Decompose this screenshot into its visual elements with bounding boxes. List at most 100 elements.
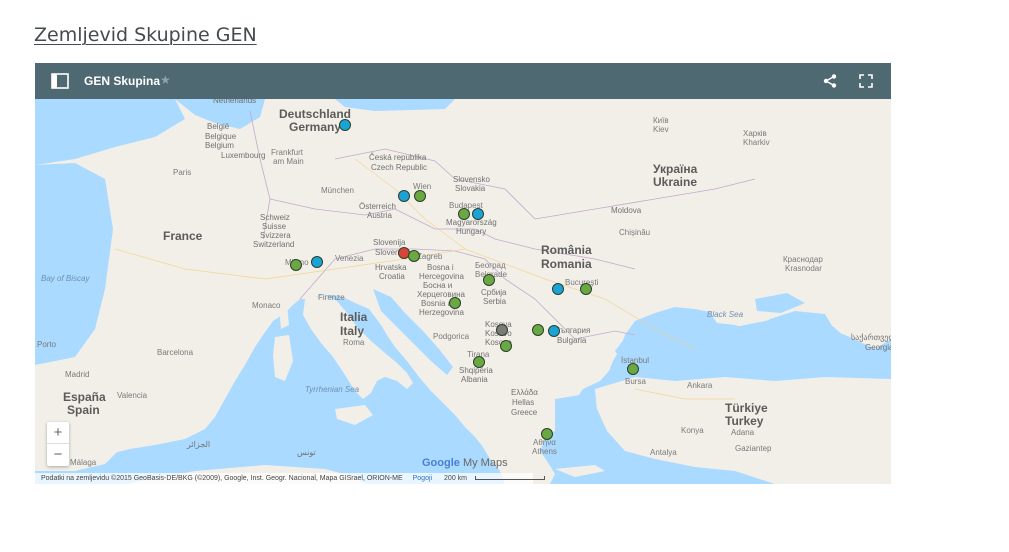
embedded-map[interactable]: GEN Skupina ★ Netherlands Deutschland Ge… [35, 63, 891, 484]
label-greece-3: Greece [511, 408, 538, 417]
label-bursa: Bursa [625, 377, 646, 386]
label-slovakia-2: Slovakia [455, 184, 486, 193]
map-marker-green[interactable] [483, 274, 495, 286]
label-ankara: Ankara [687, 381, 713, 390]
map-marker-green[interactable] [627, 363, 639, 375]
map-marker-green[interactable] [290, 259, 302, 271]
label-moldova: Moldova [611, 206, 642, 215]
map-header: GEN Skupina ★ [35, 63, 891, 99]
zoom-controls: + − [47, 422, 69, 466]
label-venezia: Venezia [335, 254, 364, 263]
label-tunis: تونس [297, 448, 316, 457]
label-black-sea: Black Sea [707, 310, 744, 319]
label-greece-1: Ελλάδα [511, 388, 538, 397]
label-valencia: Valencia [117, 391, 148, 400]
fullscreen-icon[interactable] [859, 74, 873, 88]
label-belgrade-1: Београд [475, 261, 506, 270]
map-marker-green[interactable] [580, 283, 592, 295]
label-spain-2: Spain [67, 403, 100, 417]
terms-link[interactable]: Pogoji [413, 475, 432, 482]
label-chisinau: Chișinău [619, 228, 651, 237]
label-germany-en: Germany [289, 120, 342, 134]
map-marker-gray[interactable] [496, 324, 508, 336]
page-title[interactable]: Zemljevid Skupine GEN [34, 24, 257, 46]
label-austria-2: Austria [367, 211, 392, 220]
label-monaco: Monaco [252, 301, 281, 310]
label-hungary-2: Hungary [456, 227, 487, 236]
label-munich: München [321, 186, 354, 195]
label-krasnodar-2: Krasnodar [785, 264, 822, 273]
map-marker-green[interactable] [408, 250, 420, 262]
label-frankfurt-1: Frankfurt [271, 148, 304, 157]
label-kyiv-1: Київ [653, 116, 669, 125]
label-germany-de: Deutschland [279, 107, 352, 121]
label-serbia-1: Србија [481, 288, 507, 297]
label-alger: الجزائر [187, 440, 211, 449]
label-bulgaria-1: България [555, 326, 591, 335]
zoom-in-button[interactable]: + [47, 422, 69, 444]
label-italy-2: Italy [340, 324, 365, 338]
label-albania-1: Shqipëria [459, 366, 493, 375]
map-canvas[interactable]: Netherlands Deutschland Germany België B… [35, 97, 891, 484]
label-madrid: Madrid [65, 370, 90, 379]
google-mymaps-logo[interactable]: Google My Maps [422, 457, 508, 469]
map-marker-blue[interactable] [472, 208, 484, 220]
label-paris: Paris [173, 168, 192, 177]
label-krasnodar-1: Краснодар [783, 255, 823, 264]
star-icon[interactable]: ★ [160, 73, 171, 87]
map-marker-blue[interactable] [339, 119, 351, 131]
map-marker-blue[interactable] [398, 190, 410, 202]
map-marker-blue[interactable] [311, 256, 323, 268]
label-roma: Roma [343, 338, 365, 347]
label-kharkiv-1: Харків [743, 129, 767, 138]
map-marker-green[interactable] [541, 428, 553, 440]
label-antalya: Antalya [650, 448, 677, 457]
map-marker-green[interactable] [458, 208, 470, 220]
label-slovakia-1: Slovensko [453, 175, 490, 184]
label-croatia-2: Croatia [379, 272, 405, 281]
label-slovenia-1: Slovenija [373, 238, 406, 247]
label-turkey-2: Turkey [725, 414, 764, 428]
label-hungary-1: Magyarország [446, 218, 497, 227]
zoom-out-button[interactable]: − [47, 444, 69, 466]
map-marker-blue[interactable] [552, 283, 564, 295]
map-marker-green[interactable] [473, 356, 485, 368]
label-czech-1: Česká republika [369, 153, 427, 162]
label-italy-1: Italia [340, 310, 368, 324]
map-marker-blue[interactable] [548, 325, 560, 337]
label-spain-1: España [63, 390, 106, 404]
label-athens-2: Athens [532, 447, 557, 456]
scale-label: 200 km [444, 475, 467, 482]
label-belgium-2: Belgique [205, 132, 237, 141]
attribution-text: Podatki na zemljevidu ©2015 GeoBasis-DE/… [41, 475, 403, 482]
label-ukraine-1: Україна [653, 162, 698, 176]
label-bosnia-3: Босна и [423, 281, 453, 290]
google-wordmark: Google [422, 457, 460, 469]
label-switzerland-1: Schweiz [260, 213, 290, 222]
label-adana: Adana [731, 428, 755, 437]
label-georgia-native: საქართველო [851, 333, 891, 342]
label-georgia: Georgia [865, 343, 891, 352]
map-marker-green[interactable] [500, 340, 512, 352]
label-switzerland-3: Svizzera [260, 231, 291, 240]
label-albania-2: Albania [461, 375, 488, 384]
map-marker-green[interactable] [449, 297, 461, 309]
label-tyrrhenian-sea: Tyrrhenian Sea [305, 385, 360, 394]
label-switzerland-2: Suisse [262, 222, 287, 231]
label-gaziantep: Gaziantep [735, 444, 772, 453]
mymaps-wordmark: My Maps [462, 457, 508, 469]
label-romania-2: Romania [541, 257, 592, 271]
label-austria-1: Österreich [359, 202, 396, 211]
label-konya: Konya [681, 426, 704, 435]
scale-bar [474, 476, 545, 481]
panel-toggle-icon[interactable] [51, 73, 69, 89]
label-romania-1: România [541, 243, 592, 257]
label-turkey-1: Türkiye [725, 401, 768, 415]
share-icon[interactable] [823, 74, 837, 88]
map-marker-green[interactable] [414, 190, 426, 202]
map-marker-green[interactable] [532, 324, 544, 336]
label-bulgaria-2: Bulgaria [557, 336, 587, 345]
label-greece-2: Hellas [512, 398, 535, 407]
label-croatia-1: Hrvatska [375, 263, 407, 272]
label-frankfurt-2: am Main [273, 157, 304, 166]
